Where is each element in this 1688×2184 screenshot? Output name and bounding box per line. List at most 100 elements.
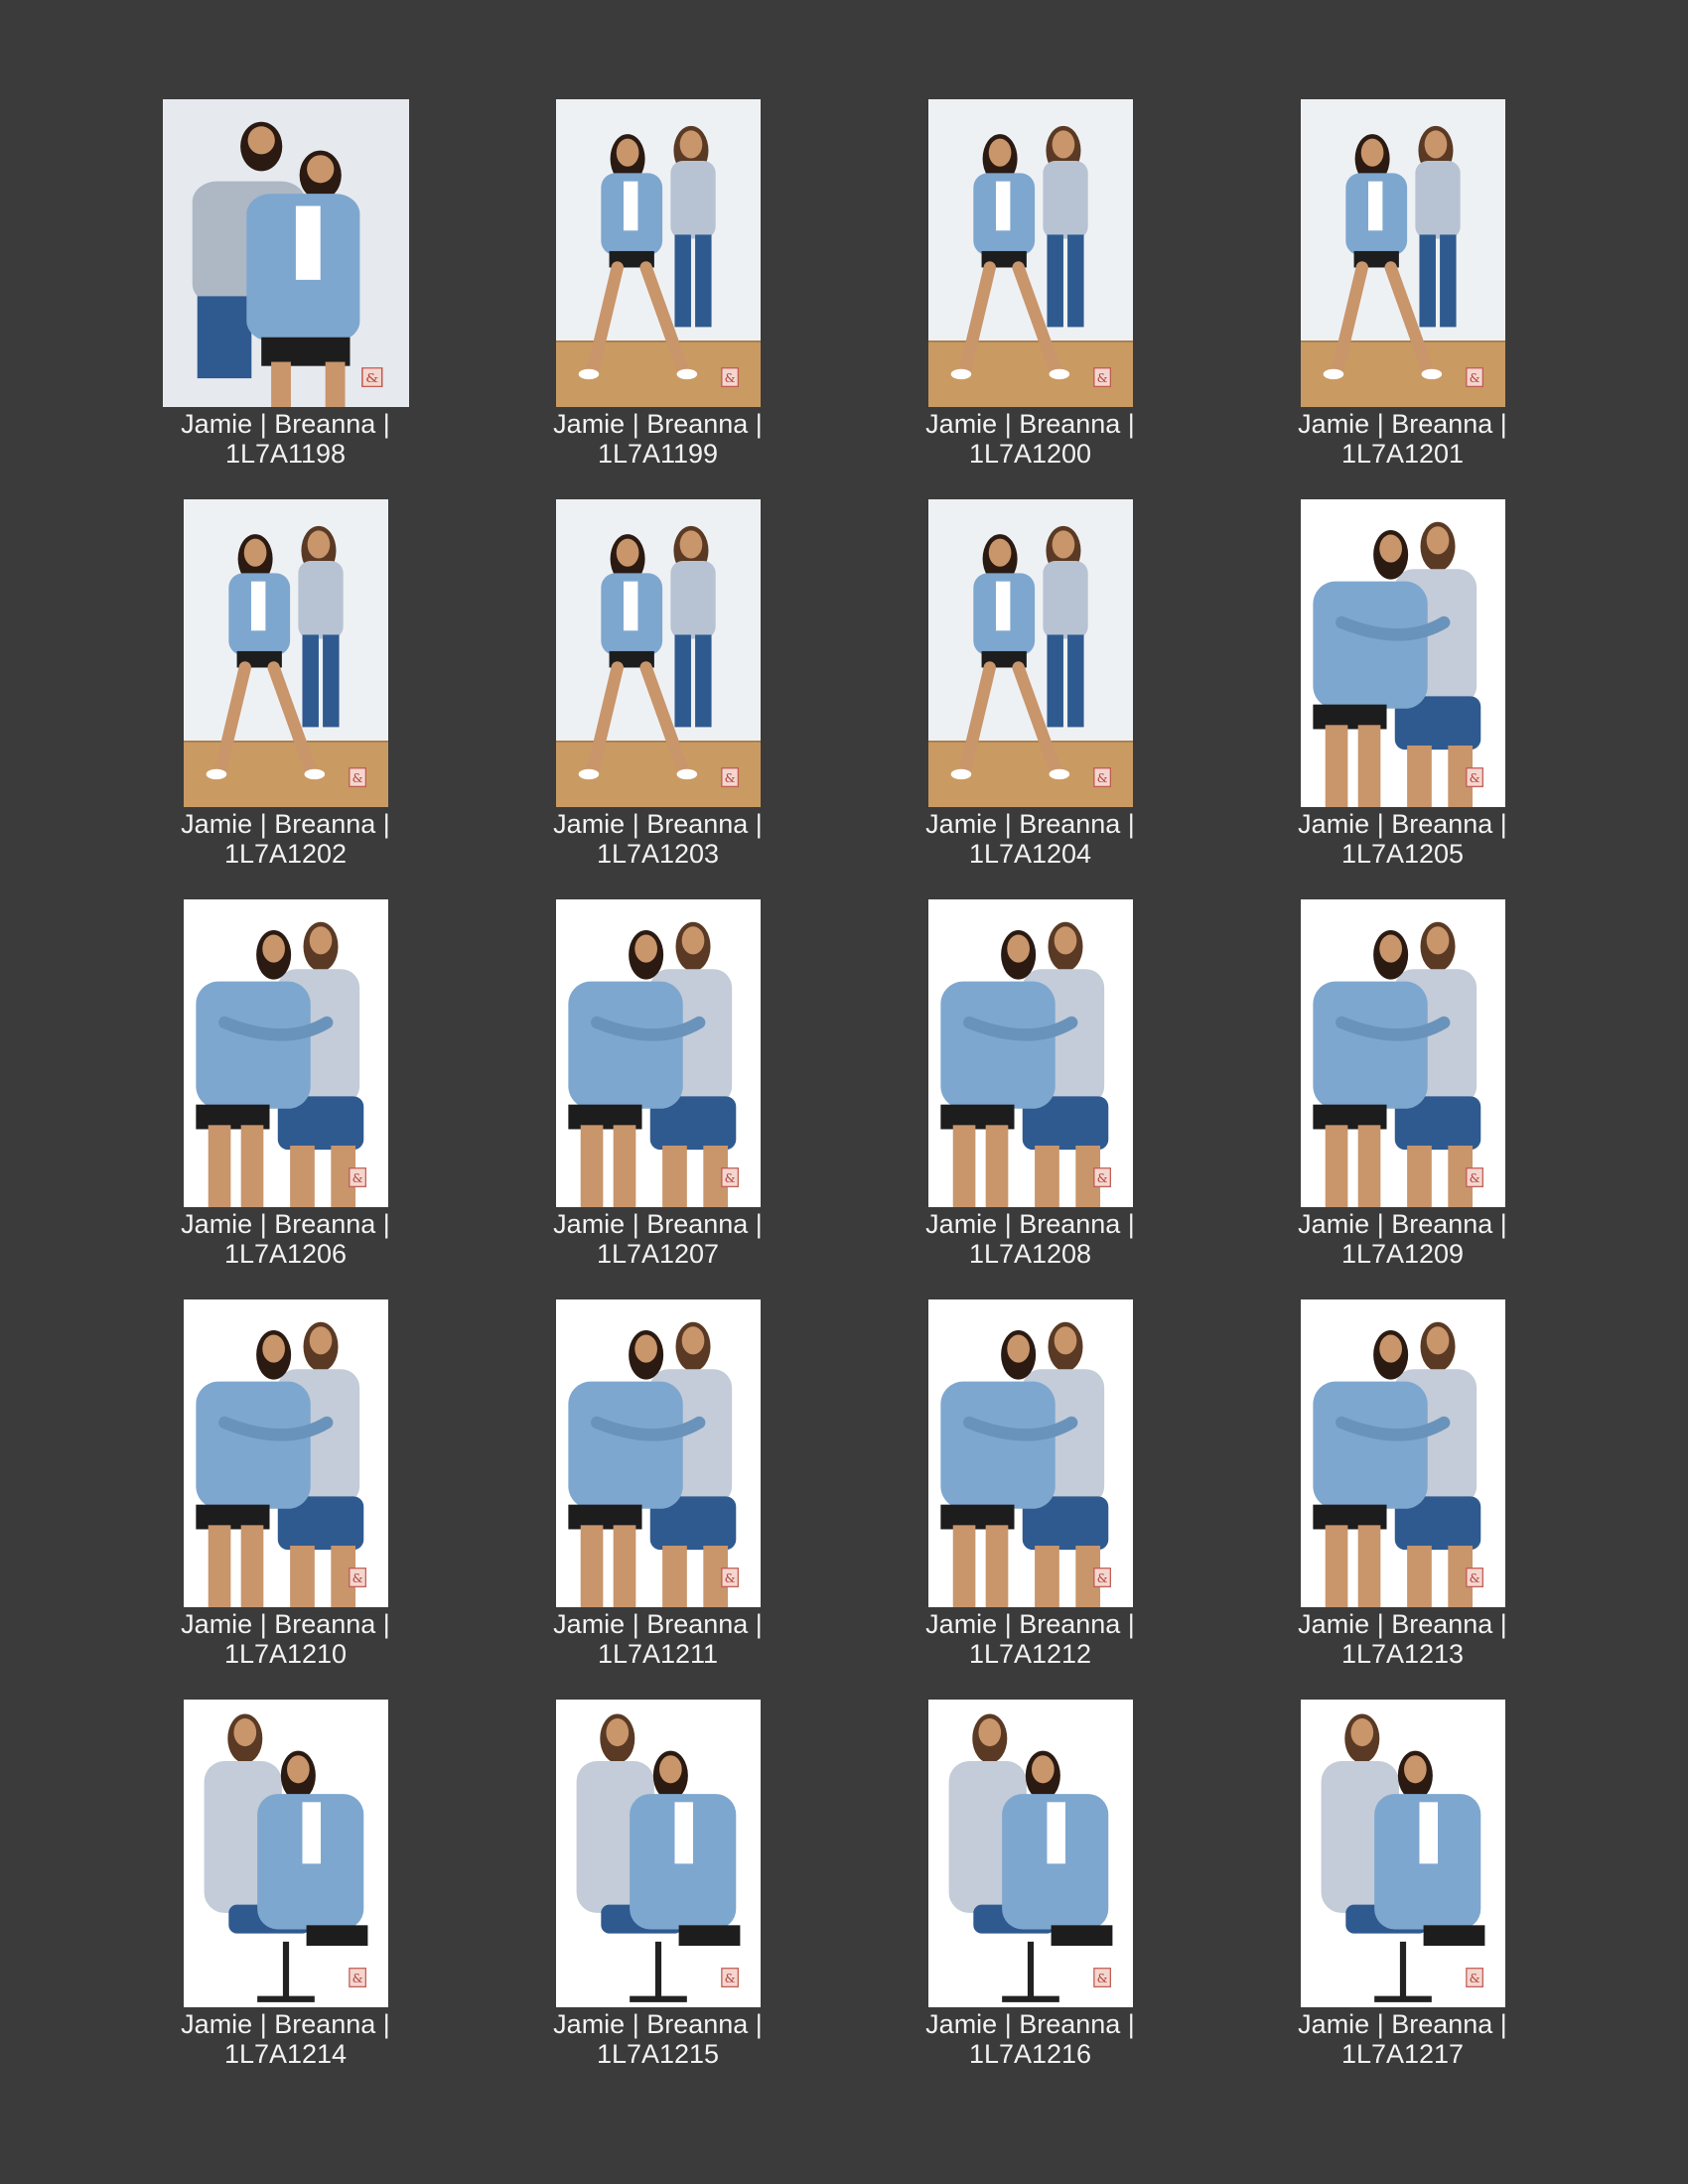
photo-thumbnail[interactable]: & — [927, 99, 1133, 407]
caption-filename: 1L7A1211 — [597, 1639, 719, 1669]
thumbnail-cell[interactable]: & Jamie | Breanna | 1L7A1198 — [99, 99, 472, 496]
photo-caption: Jamie | Breanna | 1L7A1211 — [472, 1609, 844, 1669]
caption-names: Jamie | Breanna | — [181, 1209, 390, 1239]
svg-text:&: & — [352, 1171, 362, 1185]
photo-caption: Jamie | Breanna | 1L7A1206 — [99, 1209, 472, 1269]
caption-names: Jamie | Breanna | — [925, 1609, 1135, 1639]
photo-thumbnail[interactable]: & — [162, 99, 409, 407]
svg-text:&: & — [352, 1972, 362, 1985]
thumbnail-cell[interactable]: & Jamie | Breanna | 1L7A1205 — [1216, 499, 1589, 896]
caption-filename: 1L7A1208 — [968, 1239, 1092, 1269]
caption-names: Jamie | Breanna | — [181, 809, 390, 839]
thumbnail-cell[interactable]: & Jamie | Breanna | 1L7A1216 — [844, 1700, 1216, 2097]
svg-text:&: & — [1469, 371, 1479, 385]
photo-caption: Jamie | Breanna | 1L7A1201 — [1216, 409, 1589, 469]
photo-caption: Jamie | Breanna | 1L7A1215 — [472, 2009, 844, 2069]
svg-text:&: & — [1096, 1171, 1107, 1185]
photo-caption: Jamie | Breanna | 1L7A1217 — [1216, 2009, 1589, 2069]
caption-filename: 1L7A1203 — [596, 839, 720, 869]
photo-thumbnail[interactable]: & — [927, 899, 1133, 1207]
photo-thumbnail[interactable]: & — [555, 899, 761, 1207]
caption-filename: 1L7A1206 — [223, 1239, 348, 1269]
svg-text:&: & — [1469, 1972, 1479, 1985]
svg-text:&: & — [1469, 1571, 1479, 1585]
thumbnail-cell[interactable]: & Jamie | Breanna | 1L7A1202 — [99, 499, 472, 896]
caption-filename: 1L7A1201 — [1340, 439, 1465, 469]
svg-text:&: & — [1096, 1571, 1107, 1585]
thumbnail-cell[interactable]: & Jamie | Breanna | 1L7A1200 — [844, 99, 1216, 496]
photo-thumbnail[interactable]: & — [927, 1299, 1133, 1607]
photo-thumbnail[interactable]: & — [927, 499, 1133, 807]
photo-caption: Jamie | Breanna | 1L7A1205 — [1216, 809, 1589, 869]
photo-thumbnail[interactable]: & — [183, 899, 388, 1207]
photo-thumbnail[interactable]: & — [555, 99, 761, 407]
thumbnail-cell[interactable]: & Jamie | Breanna | 1L7A1211 — [472, 1299, 844, 1697]
photo-thumbnail[interactable]: & — [555, 499, 761, 807]
caption-names: Jamie | Breanna | — [1298, 2009, 1507, 2039]
photo-thumbnail[interactable]: & — [1300, 1700, 1505, 2007]
thumbnail-cell[interactable]: & Jamie | Breanna | 1L7A1215 — [472, 1700, 844, 2097]
caption-filename: 1L7A1200 — [968, 439, 1092, 469]
photo-caption: Jamie | Breanna | 1L7A1202 — [99, 809, 472, 869]
photo-caption: Jamie | Breanna | 1L7A1213 — [1216, 1609, 1589, 1669]
photo-thumbnail[interactable]: & — [1300, 899, 1505, 1207]
caption-names: Jamie | Breanna | — [553, 809, 763, 839]
caption-names: Jamie | Breanna | — [553, 2009, 763, 2039]
thumbnail-cell[interactable]: & Jamie | Breanna | 1L7A1204 — [844, 499, 1216, 896]
thumbnail-cell[interactable]: & Jamie | Breanna | 1L7A1213 — [1216, 1299, 1589, 1697]
photo-thumbnail[interactable]: & — [555, 1299, 761, 1607]
caption-names: Jamie | Breanna | — [181, 409, 390, 439]
caption-filename: 1L7A1198 — [224, 439, 347, 469]
svg-text:&: & — [352, 1571, 362, 1585]
thumbnail-cell[interactable]: & Jamie | Breanna | 1L7A1209 — [1216, 899, 1589, 1297]
thumbnail-cell[interactable]: & Jamie | Breanna | 1L7A1214 — [99, 1700, 472, 2097]
svg-text:&: & — [365, 371, 378, 385]
photo-thumbnail[interactable]: & — [555, 1700, 761, 2007]
caption-filename: 1L7A1207 — [596, 1239, 720, 1269]
caption-names: Jamie | Breanna | — [925, 809, 1135, 839]
svg-text:&: & — [352, 771, 362, 785]
thumbnail-cell[interactable]: & Jamie | Breanna | 1L7A1199 — [472, 99, 844, 496]
caption-names: Jamie | Breanna | — [181, 1609, 390, 1639]
caption-names: Jamie | Breanna | — [181, 2009, 390, 2039]
photo-caption: Jamie | Breanna | 1L7A1208 — [844, 1209, 1216, 1269]
svg-text:&: & — [724, 1171, 735, 1185]
photo-caption: Jamie | Breanna | 1L7A1212 — [844, 1609, 1216, 1669]
thumbnail-cell[interactable]: & Jamie | Breanna | 1L7A1208 — [844, 899, 1216, 1297]
photo-caption: Jamie | Breanna | 1L7A1210 — [99, 1609, 472, 1669]
photo-thumbnail[interactable]: & — [1300, 1299, 1505, 1607]
thumbnail-cell[interactable]: & Jamie | Breanna | 1L7A1207 — [472, 899, 844, 1297]
caption-filename: 1L7A1199 — [597, 439, 719, 469]
contact-sheet-grid: & Jamie | Breanna | 1L7A1198 & Jamie | Brean… — [0, 0, 1688, 2184]
caption-names: Jamie | Breanna | — [925, 2009, 1135, 2039]
caption-names: Jamie | Breanna | — [925, 409, 1135, 439]
photo-thumbnail[interactable]: & — [183, 1299, 388, 1607]
svg-text:&: & — [1096, 371, 1107, 385]
caption-filename: 1L7A1216 — [968, 2039, 1092, 2069]
caption-filename: 1L7A1205 — [1340, 839, 1465, 869]
svg-text:&: & — [1096, 1972, 1107, 1985]
thumbnail-cell[interactable]: & Jamie | Breanna | 1L7A1201 — [1216, 99, 1589, 496]
caption-names: Jamie | Breanna | — [1298, 1609, 1507, 1639]
photo-caption: Jamie | Breanna | 1L7A1209 — [1216, 1209, 1589, 1269]
svg-text:&: & — [724, 771, 735, 785]
thumbnail-cell[interactable]: & Jamie | Breanna | 1L7A1217 — [1216, 1700, 1589, 2097]
photo-thumbnail[interactable]: & — [1300, 99, 1505, 407]
photo-thumbnail[interactable]: & — [1300, 499, 1505, 807]
photo-thumbnail[interactable]: & — [927, 1700, 1133, 2007]
thumbnail-cell[interactable]: & Jamie | Breanna | 1L7A1203 — [472, 499, 844, 896]
photo-caption: Jamie | Breanna | 1L7A1214 — [99, 2009, 472, 2069]
caption-filename: 1L7A1209 — [1340, 1239, 1465, 1269]
photo-thumbnail[interactable]: & — [183, 499, 388, 807]
photo-thumbnail[interactable]: & — [183, 1700, 388, 2007]
photo-caption: Jamie | Breanna | 1L7A1199 — [472, 409, 844, 469]
thumbnail-cell[interactable]: & Jamie | Breanna | 1L7A1212 — [844, 1299, 1216, 1697]
thumbnail-cell[interactable]: & Jamie | Breanna | 1L7A1210 — [99, 1299, 472, 1697]
photo-caption: Jamie | Breanna | 1L7A1198 — [99, 409, 472, 469]
svg-text:&: & — [1469, 771, 1479, 785]
caption-filename: 1L7A1204 — [968, 839, 1092, 869]
photo-caption: Jamie | Breanna | 1L7A1216 — [844, 2009, 1216, 2069]
thumbnail-cell[interactable]: & Jamie | Breanna | 1L7A1206 — [99, 899, 472, 1297]
caption-filename: 1L7A1217 — [1340, 2039, 1465, 2069]
caption-filename: 1L7A1210 — [223, 1639, 348, 1669]
